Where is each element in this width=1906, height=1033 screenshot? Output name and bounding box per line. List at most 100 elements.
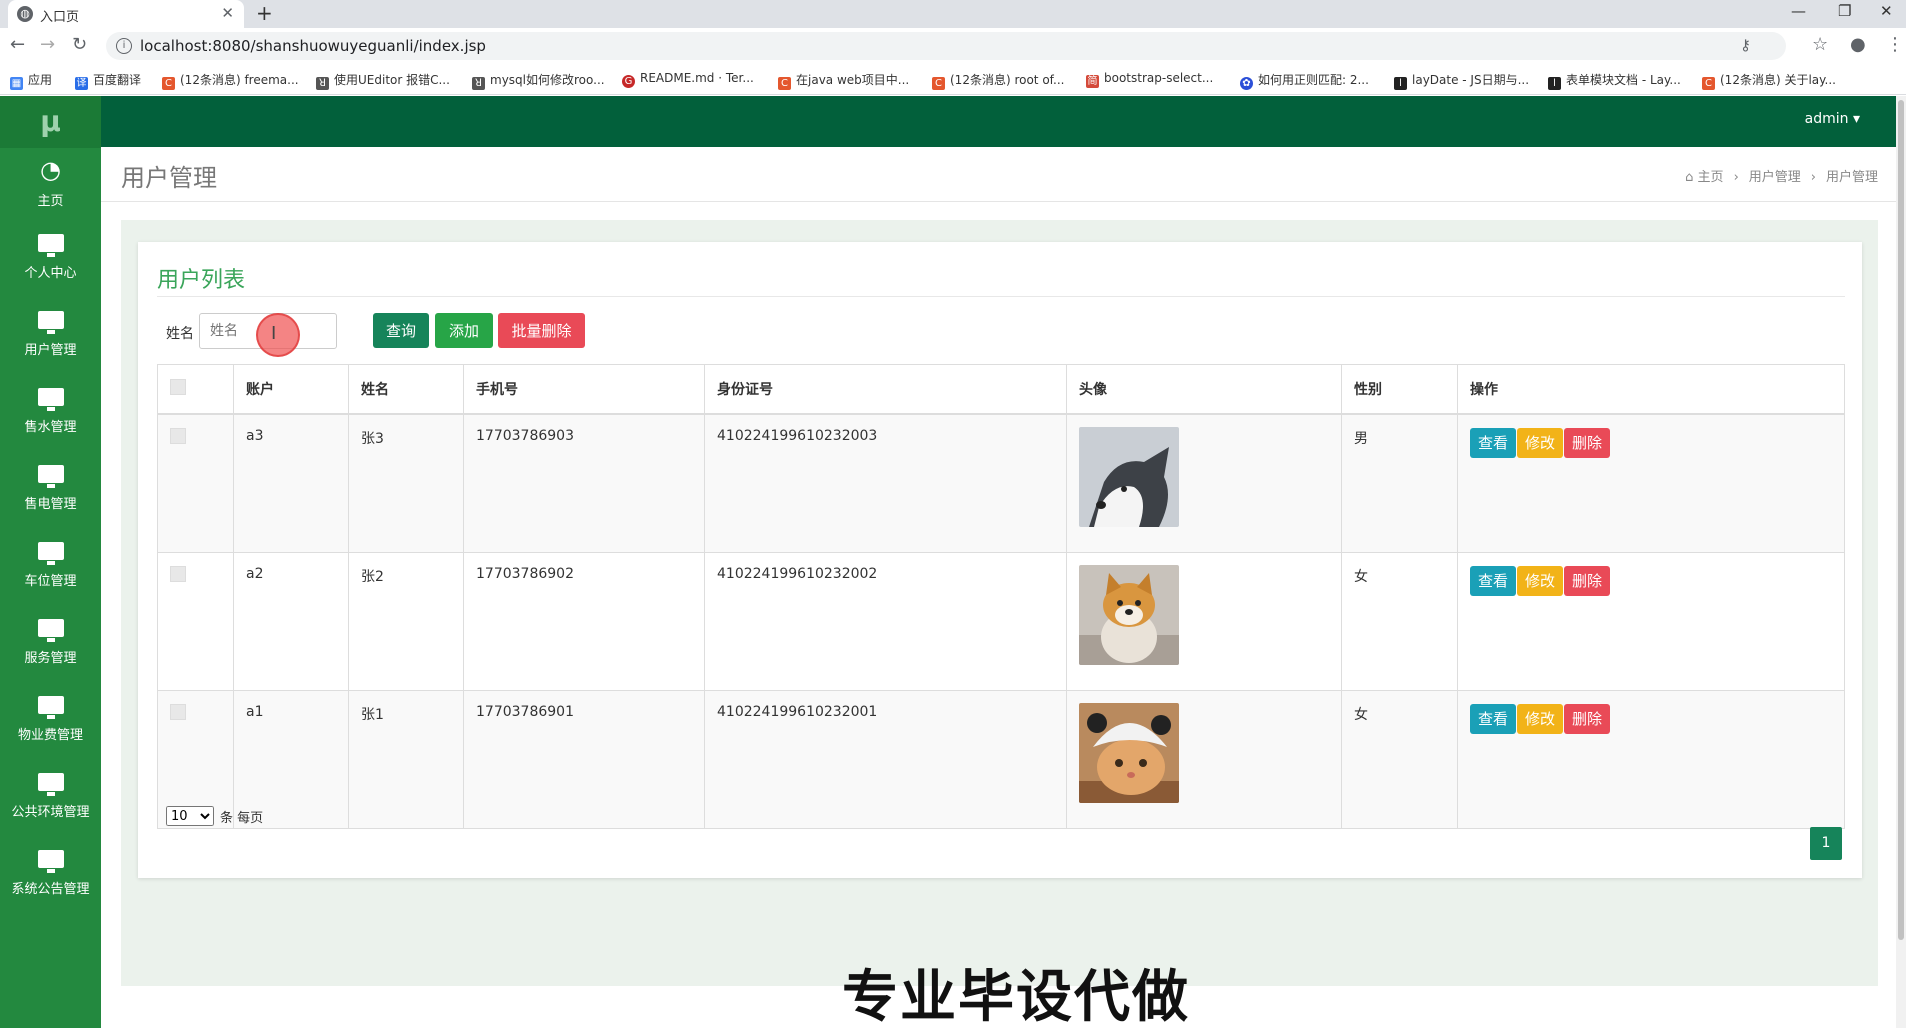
pagination-current-page[interactable]: 1: [1810, 827, 1842, 860]
user-menu[interactable]: admin ▾: [1805, 111, 1860, 127]
account-cell: a2: [233, 552, 349, 691]
bookmark-favicon-icon: ✿: [1240, 77, 1253, 90]
top-navbar: [101, 96, 1896, 147]
bookmark-favicon-icon: ꓤ: [316, 77, 329, 90]
sidebar-item-announcement[interactable]: 系统公告管理: [0, 840, 101, 912]
address-bar[interactable]: i localhost:8080/shanshuowuyeguanli/inde…: [106, 32, 1786, 60]
monitor-icon: [37, 388, 64, 411]
profile-avatar-icon[interactable]: ●: [1850, 34, 1866, 55]
sidebar-item-service[interactable]: 服务管理: [0, 609, 101, 681]
bookmark-item[interactable]: l layDate - JS日期与...: [1394, 71, 1529, 90]
restore-icon[interactable]: ❐: [1838, 2, 1851, 20]
breadcrumb-section[interactable]: 用户管理: [1749, 170, 1801, 185]
phone-cell: 17703786903: [463, 413, 705, 553]
bookmark-item[interactable]: 译百度翻译: [75, 71, 141, 90]
key-icon[interactable]: ⚷: [1740, 36, 1751, 54]
address-url[interactable]: localhost:8080/shanshuowuyeguanli/index.…: [140, 37, 486, 55]
back-arrow-icon[interactable]: ←: [10, 34, 25, 55]
edit-button[interactable]: 修改: [1517, 566, 1564, 596]
table-row: a2 张2 17703786902 410224199610232002 女 查…: [157, 552, 1845, 691]
avatar-cell: [1066, 552, 1342, 691]
title-divider: [157, 296, 1845, 297]
bookmark-favicon-icon: C: [932, 77, 945, 90]
window-close-icon[interactable]: ✕: [1880, 2, 1893, 20]
sidebar-item-profile[interactable]: 个人中心: [0, 224, 101, 296]
reload-icon[interactable]: ↻: [72, 34, 87, 55]
click-indicator: I: [256, 313, 300, 357]
bookmark-item[interactable]: ꓤ 使用UEditor 报错C...: [316, 71, 450, 90]
bookmark-favicon-icon: ꓤ: [472, 77, 485, 90]
sidebar-item-users[interactable]: 用户管理: [0, 301, 101, 373]
bookmark-item[interactable]: C (12条消息) root of...: [932, 71, 1064, 90]
column-header: 姓名: [348, 364, 464, 415]
browser-tab[interactable]: ◍ 入口页 ✕: [8, 0, 244, 28]
view-button[interactable]: 查看: [1470, 704, 1517, 734]
breadcrumb-home[interactable]: 主页: [1698, 170, 1724, 185]
page-title: 用户管理: [121, 164, 217, 192]
sidebar-item-parking[interactable]: 车位管理: [0, 532, 101, 604]
add-button[interactable]: 添加: [435, 313, 493, 348]
bookmark-item[interactable]: ꓤ mysql如何修改roo...: [472, 71, 605, 90]
row-checkbox[interactable]: [170, 704, 186, 720]
breadcrumb-current: 用户管理: [1825, 170, 1878, 185]
select-all-checkbox[interactable]: [170, 379, 186, 395]
column-header: 账户: [233, 364, 349, 415]
monitor-icon: [37, 850, 64, 873]
bookmark-item[interactable]: ✿ 如何用正则匹配: 2...: [1240, 71, 1369, 90]
view-button[interactable]: 查看: [1470, 428, 1517, 458]
bookmark-item[interactable]: G README.md · Ter...: [622, 71, 754, 88]
bookmark-item[interactable]: ▦ 应用: [10, 71, 52, 90]
sidebar-item-environment[interactable]: 公共环境管理: [0, 763, 101, 835]
edit-button[interactable]: 修改: [1517, 428, 1564, 458]
monitor-icon: [37, 311, 64, 334]
view-button[interactable]: 查看: [1470, 566, 1517, 596]
list-title: 用户列表: [157, 268, 246, 293]
gender-cell: 女: [1341, 552, 1458, 691]
bookmark-favicon-icon: 译: [75, 77, 88, 90]
menu-dots-icon[interactable]: ⋮: [1886, 34, 1904, 55]
bookmark-item[interactable]: 简 bootstrap-select...: [1086, 71, 1213, 88]
sidebar-item-electricity[interactable]: 售电管理: [0, 455, 101, 527]
delete-button[interactable]: 删除: [1564, 428, 1611, 458]
row-select-cell: [157, 413, 234, 553]
monitor-icon: [37, 542, 64, 565]
chevron-right-icon: ›: [1733, 170, 1739, 185]
search-label: 姓名: [166, 326, 194, 342]
row-checkbox[interactable]: [170, 566, 186, 582]
column-header: 头像: [1066, 364, 1342, 415]
bookmark-item[interactable]: C (12条消息) freema...: [162, 71, 299, 90]
scrollbar-thumb[interactable]: [1898, 100, 1904, 940]
page-scrollbar[interactable]: [1896, 96, 1906, 1028]
id-number-cell: 410224199610232002: [704, 552, 1067, 691]
bookmark-favicon-icon: C: [778, 77, 791, 90]
row-checkbox[interactable]: [170, 428, 186, 444]
star-icon[interactable]: ☆: [1812, 34, 1828, 55]
sidebar-item-water[interactable]: 售水管理: [0, 378, 101, 450]
id-number-cell: 410224199610232003: [704, 413, 1067, 553]
bookmark-item[interactable]: C (12条消息) 关于lay...: [1702, 71, 1836, 90]
minimize-icon[interactable]: —: [1791, 2, 1806, 20]
batch-delete-button[interactable]: 批量删除: [498, 313, 585, 348]
page-header: [101, 147, 1896, 202]
delete-button[interactable]: 删除: [1564, 704, 1611, 734]
query-button[interactable]: 查询: [373, 313, 429, 348]
delete-button[interactable]: 删除: [1564, 566, 1611, 596]
avatar-cell: [1066, 413, 1342, 553]
sidebar-item-property-fee[interactable]: 物业费管理: [0, 686, 101, 758]
bookmark-favicon-icon: l: [1548, 77, 1561, 90]
bookmark-item[interactable]: C 在java web项目中...: [778, 71, 909, 90]
forward-arrow-icon[interactable]: →: [40, 34, 55, 55]
select-all-cell: [157, 364, 234, 415]
phone-cell: 17703786902: [463, 552, 705, 691]
user-table: 账户 姓名 手机号 身份证号 头像 性别 操作 a3 张3 1770378690…: [157, 364, 1845, 829]
chevron-right-icon: ›: [1810, 170, 1816, 185]
close-icon[interactable]: ✕: [221, 4, 234, 22]
monitor-icon: [37, 619, 64, 642]
bookmark-item[interactable]: l 表单模块文档 - Lay...: [1548, 71, 1681, 90]
edit-button[interactable]: 修改: [1517, 704, 1564, 734]
new-tab-icon[interactable]: +: [256, 1, 273, 25]
page-size-select[interactable]: 10: [166, 806, 214, 826]
sidebar-item-home[interactable]: ◔ 主页: [0, 148, 101, 220]
bookmark-favicon-icon: C: [1702, 77, 1715, 90]
info-icon[interactable]: i: [116, 38, 132, 54]
